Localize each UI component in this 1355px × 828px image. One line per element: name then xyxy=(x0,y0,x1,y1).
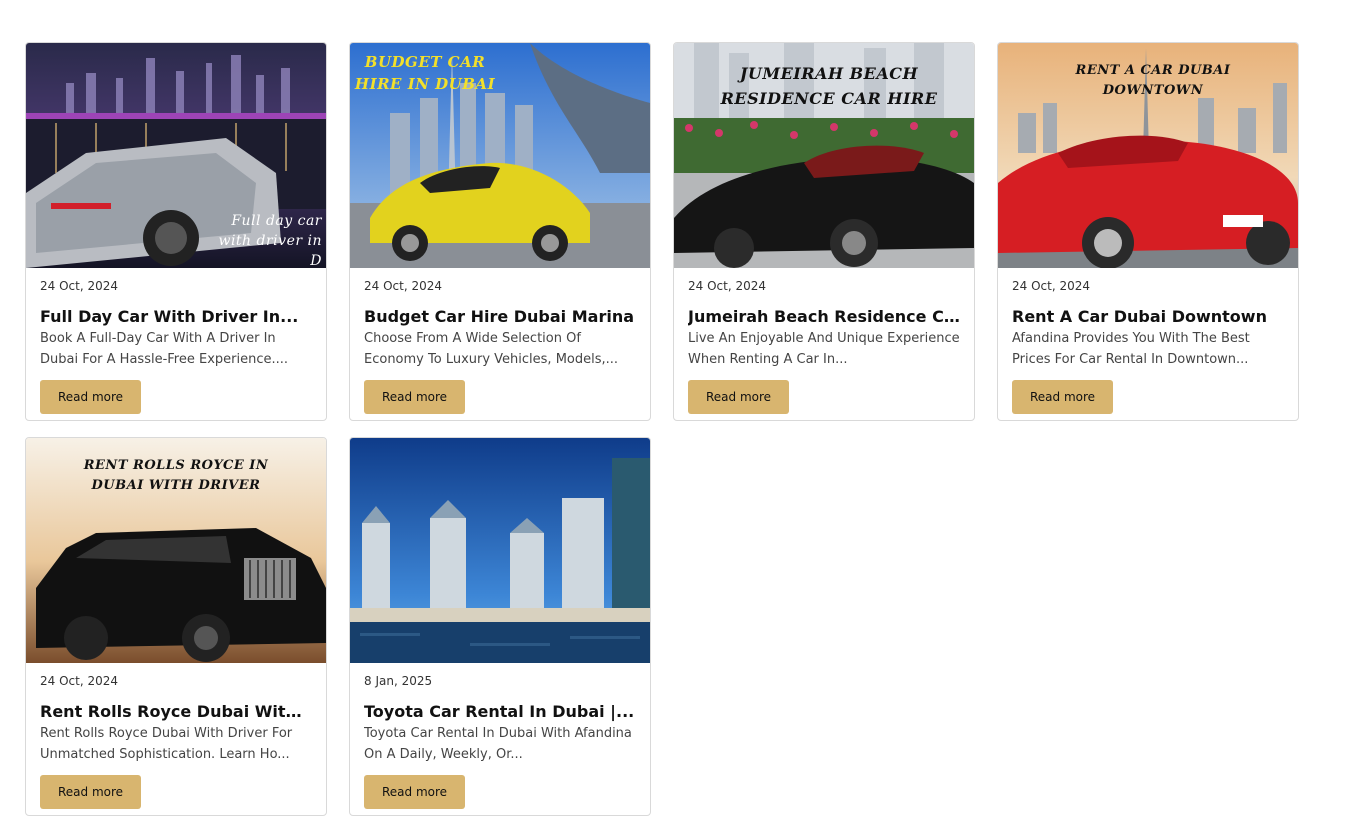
read-more-button[interactable]: Read more xyxy=(364,380,466,414)
post-date: 24 Oct, 2024 xyxy=(364,279,442,293)
post-title[interactable]: Budget Car Hire Dubai Marina xyxy=(364,306,636,327)
read-more-button[interactable]: Read more xyxy=(40,775,142,809)
post-excerpt: Book A Full-Day Car With A Driver In Dub… xyxy=(40,331,289,367)
blog-card: Full day car with driver in D 24 Oct, 20… xyxy=(25,42,327,421)
post-title[interactable]: Jumeirah Beach Residence C... xyxy=(688,306,960,327)
post-title[interactable]: Rent Rolls Royce Dubai With... xyxy=(40,701,312,722)
blog-card: JUMEIRAH BEACH RESIDENCE CAR HIRE 24 Oct… xyxy=(673,42,975,421)
post-date: 24 Oct, 2024 xyxy=(40,279,118,293)
image-caption: Full day car with driver in D xyxy=(218,213,322,268)
blog-card: RENT ROLLS ROYCE IN DUBAI WITH DRIVER 24… xyxy=(25,437,327,816)
post-date: 24 Oct, 2024 xyxy=(40,674,118,688)
blog-card: BUDGET CAR HIRE IN DUBAI 24 Oct, 2024 Bu… xyxy=(349,42,651,421)
image-caption: JUMEIRAH BEACH RESIDENCE CAR HIRE xyxy=(720,64,938,108)
post-image-black-suv[interactable]: RENT ROLLS ROYCE IN DUBAI WITH DRIVER xyxy=(26,438,326,663)
post-title[interactable]: Toyota Car Rental In Dubai |... xyxy=(364,701,636,722)
image-caption: RENT A CAR DUBAI DOWNTOWN xyxy=(1075,63,1231,98)
post-date: 24 Oct, 2024 xyxy=(688,279,766,293)
post-excerpt: Live An Enjoyable And Unique Experience … xyxy=(688,331,960,367)
read-more-button[interactable]: Read more xyxy=(364,775,466,809)
blog-card: RENT A CAR DUBAI DOWNTOWN 24 Oct, 2024 R… xyxy=(997,42,1299,421)
post-excerpt: Choose From A Wide Selection Of Economy … xyxy=(364,331,619,367)
post-image-dubai-marina-skyline[interactable] xyxy=(350,438,650,663)
post-image-red-convertible[interactable]: RENT A CAR DUBAI DOWNTOWN xyxy=(998,43,1298,268)
read-more-button[interactable]: Read more xyxy=(1012,380,1114,414)
read-more-button[interactable]: Read more xyxy=(688,380,790,414)
post-excerpt: Toyota Car Rental In Dubai With Afandina… xyxy=(364,726,632,762)
post-title[interactable]: Rent A Car Dubai Downtown xyxy=(1012,306,1284,327)
blog-card: 8 Jan, 2025 Toyota Car Rental In Dubai |… xyxy=(349,437,651,816)
post-title[interactable]: Full Day Car With Driver In... xyxy=(40,306,312,327)
post-date: 8 Jan, 2025 xyxy=(364,674,433,688)
read-more-button[interactable]: Read more xyxy=(40,380,142,414)
post-date: 24 Oct, 2024 xyxy=(1012,279,1090,293)
post-excerpt: Afandina Provides You With The Best Pric… xyxy=(1012,331,1250,367)
post-image-black-convertible[interactable]: JUMEIRAH BEACH RESIDENCE CAR HIRE xyxy=(674,43,974,268)
post-excerpt: Rent Rolls Royce Dubai With Driver For U… xyxy=(40,726,293,762)
post-image-night-city-supercar[interactable]: Full day car with driver in D xyxy=(26,43,326,268)
image-caption: RENT ROLLS ROYCE IN DUBAI WITH DRIVER xyxy=(83,458,269,493)
post-image-yellow-sports-car[interactable]: BUDGET CAR HIRE IN DUBAI xyxy=(350,43,650,268)
blog-grid: Full day car with driver in D 24 Oct, 20… xyxy=(25,42,1299,816)
image-caption: BUDGET CAR HIRE IN DUBAI xyxy=(354,53,496,93)
